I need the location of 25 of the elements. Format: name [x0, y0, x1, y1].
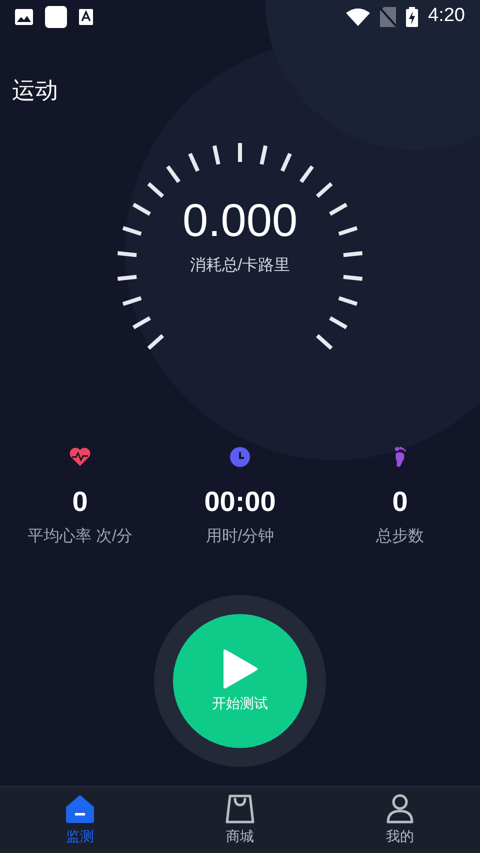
nav-tab[interactable]: 我的 [320, 787, 480, 853]
stat-value: 00:00 [204, 485, 276, 519]
page-title: 运动 [12, 76, 58, 105]
battery-charging-icon [406, 6, 418, 26]
stat-label: 用时/分钟 [206, 526, 274, 547]
footprint-icon [393, 446, 407, 468]
stat-label: 平均心率 次/分 [28, 526, 132, 547]
calorie-value: 0.000 [182, 193, 298, 248]
clock-icon [230, 447, 250, 467]
stat-value: 0 [72, 485, 88, 519]
nav-tab[interactable]: 商城 [160, 787, 320, 853]
font-icon [79, 8, 93, 24]
home-icon [65, 794, 95, 824]
stat-value: 0 [392, 485, 408, 519]
no-sim-icon [380, 6, 396, 26]
calorie-label: 消耗总/卡路里 [190, 256, 290, 276]
clock-time: 4:20 [428, 4, 465, 28]
stat-label: 总步数 [376, 526, 424, 547]
heart-rate-icon [69, 447, 91, 467]
image-icon [15, 8, 33, 24]
wifi-icon [346, 8, 370, 26]
person-icon [386, 794, 414, 824]
app-icon [45, 6, 67, 28]
shopping-bag-icon [225, 794, 255, 824]
play-icon [222, 648, 258, 688]
